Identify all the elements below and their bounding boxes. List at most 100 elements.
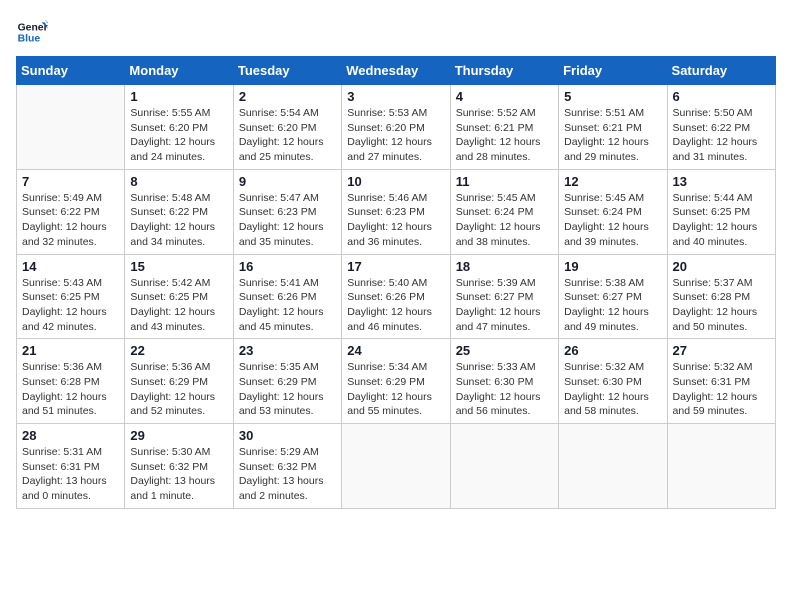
day-info: Sunrise: 5:36 AM Sunset: 6:29 PM Dayligh… bbox=[130, 360, 227, 419]
calendar-cell: 26 Sunrise: 5:32 AM Sunset: 6:30 PM Dayli… bbox=[559, 339, 667, 424]
day-info: Sunrise: 5:34 AM Sunset: 6:29 PM Dayligh… bbox=[347, 360, 444, 419]
day-info: Sunrise: 5:50 AM Sunset: 6:22 PM Dayligh… bbox=[673, 106, 770, 165]
calendar-cell: 24 Sunrise: 5:34 AM Sunset: 6:29 PM Dayli… bbox=[342, 339, 450, 424]
day-number: 18 bbox=[456, 259, 553, 274]
day-number: 29 bbox=[130, 428, 227, 443]
day-number: 6 bbox=[673, 89, 770, 104]
calendar-cell: 16 Sunrise: 5:41 AM Sunset: 6:26 PM Dayli… bbox=[233, 254, 341, 339]
day-number: 30 bbox=[239, 428, 336, 443]
day-info: Sunrise: 5:42 AM Sunset: 6:25 PM Dayligh… bbox=[130, 276, 227, 335]
day-info: Sunrise: 5:36 AM Sunset: 6:28 PM Dayligh… bbox=[22, 360, 119, 419]
day-number: 14 bbox=[22, 259, 119, 274]
calendar-cell: 21 Sunrise: 5:36 AM Sunset: 6:28 PM Dayli… bbox=[17, 339, 125, 424]
day-number: 16 bbox=[239, 259, 336, 274]
day-number: 15 bbox=[130, 259, 227, 274]
day-number: 7 bbox=[22, 174, 119, 189]
day-number: 11 bbox=[456, 174, 553, 189]
day-info: Sunrise: 5:35 AM Sunset: 6:29 PM Dayligh… bbox=[239, 360, 336, 419]
calendar-cell: 28 Sunrise: 5:31 AM Sunset: 6:31 PM Dayli… bbox=[17, 424, 125, 509]
calendar-cell: 15 Sunrise: 5:42 AM Sunset: 6:25 PM Dayli… bbox=[125, 254, 233, 339]
day-number: 23 bbox=[239, 343, 336, 358]
day-info: Sunrise: 5:31 AM Sunset: 6:31 PM Dayligh… bbox=[22, 445, 119, 504]
calendar-week-row: 14 Sunrise: 5:43 AM Sunset: 6:25 PM Dayli… bbox=[17, 254, 776, 339]
weekday-header: Sunday bbox=[17, 57, 125, 85]
day-info: Sunrise: 5:46 AM Sunset: 6:23 PM Dayligh… bbox=[347, 191, 444, 250]
weekday-header: Monday bbox=[125, 57, 233, 85]
day-info: Sunrise: 5:54 AM Sunset: 6:20 PM Dayligh… bbox=[239, 106, 336, 165]
day-number: 5 bbox=[564, 89, 661, 104]
calendar-cell: 5 Sunrise: 5:51 AM Sunset: 6:21 PM Daylig… bbox=[559, 85, 667, 170]
calendar-week-row: 1 Sunrise: 5:55 AM Sunset: 6:20 PM Daylig… bbox=[17, 85, 776, 170]
day-number: 25 bbox=[456, 343, 553, 358]
day-info: Sunrise: 5:45 AM Sunset: 6:24 PM Dayligh… bbox=[456, 191, 553, 250]
page-header: General Blue bbox=[16, 16, 776, 48]
day-info: Sunrise: 5:32 AM Sunset: 6:31 PM Dayligh… bbox=[673, 360, 770, 419]
day-number: 8 bbox=[130, 174, 227, 189]
day-number: 9 bbox=[239, 174, 336, 189]
day-number: 19 bbox=[564, 259, 661, 274]
day-info: Sunrise: 5:49 AM Sunset: 6:22 PM Dayligh… bbox=[22, 191, 119, 250]
day-number: 10 bbox=[347, 174, 444, 189]
day-info: Sunrise: 5:40 AM Sunset: 6:26 PM Dayligh… bbox=[347, 276, 444, 335]
day-number: 1 bbox=[130, 89, 227, 104]
calendar-cell: 20Sunrise: 5:37 AM Sunset: 6:28 PM Dayli… bbox=[667, 254, 775, 339]
day-number: 12 bbox=[564, 174, 661, 189]
day-info: Sunrise: 5:41 AM Sunset: 6:26 PM Dayligh… bbox=[239, 276, 336, 335]
calendar-cell: 17 Sunrise: 5:40 AM Sunset: 6:26 PM Dayli… bbox=[342, 254, 450, 339]
calendar-cell: 4 Sunrise: 5:52 AM Sunset: 6:21 PM Daylig… bbox=[450, 85, 558, 170]
calendar-cell: 22 Sunrise: 5:36 AM Sunset: 6:29 PM Dayli… bbox=[125, 339, 233, 424]
calendar-cell bbox=[17, 85, 125, 170]
weekday-header: Tuesday bbox=[233, 57, 341, 85]
day-info: Sunrise: 5:43 AM Sunset: 6:25 PM Dayligh… bbox=[22, 276, 119, 335]
weekday-header-row: SundayMondayTuesdayWednesdayThursdayFrid… bbox=[17, 57, 776, 85]
day-number: 20 bbox=[673, 259, 770, 274]
day-number: 21 bbox=[22, 343, 119, 358]
svg-text:Blue: Blue bbox=[18, 34, 41, 45]
day-number: 17 bbox=[347, 259, 444, 274]
calendar-cell: 13Sunrise: 5:44 AM Sunset: 6:25 PM Dayli… bbox=[667, 169, 775, 254]
day-info: Sunrise: 5:53 AM Sunset: 6:20 PM Dayligh… bbox=[347, 106, 444, 165]
day-number: 3 bbox=[347, 89, 444, 104]
calendar-cell: 25 Sunrise: 5:33 AM Sunset: 6:30 PM Dayli… bbox=[450, 339, 558, 424]
day-info: Sunrise: 5:47 AM Sunset: 6:23 PM Dayligh… bbox=[239, 191, 336, 250]
day-info: Sunrise: 5:29 AM Sunset: 6:32 PM Dayligh… bbox=[239, 445, 336, 504]
calendar-week-row: 7 Sunrise: 5:49 AM Sunset: 6:22 PM Daylig… bbox=[17, 169, 776, 254]
day-number: 26 bbox=[564, 343, 661, 358]
day-info: Sunrise: 5:33 AM Sunset: 6:30 PM Dayligh… bbox=[456, 360, 553, 419]
calendar-cell: 19Sunrise: 5:38 AM Sunset: 6:27 PM Dayli… bbox=[559, 254, 667, 339]
calendar-cell: 6 Sunrise: 5:50 AM Sunset: 6:22 PM Daylig… bbox=[667, 85, 775, 170]
logo-icon: General Blue bbox=[16, 16, 48, 48]
weekday-header: Saturday bbox=[667, 57, 775, 85]
calendar-cell: 8Sunrise: 5:48 AM Sunset: 6:22 PM Daylig… bbox=[125, 169, 233, 254]
weekday-header: Wednesday bbox=[342, 57, 450, 85]
day-number: 22 bbox=[130, 343, 227, 358]
day-info: Sunrise: 5:52 AM Sunset: 6:21 PM Dayligh… bbox=[456, 106, 553, 165]
calendar-cell: 1 Sunrise: 5:55 AM Sunset: 6:20 PM Daylig… bbox=[125, 85, 233, 170]
day-number: 4 bbox=[456, 89, 553, 104]
day-info: Sunrise: 5:30 AM Sunset: 6:32 PM Dayligh… bbox=[130, 445, 227, 504]
calendar-cell: 2Sunrise: 5:54 AM Sunset: 6:20 PM Daylig… bbox=[233, 85, 341, 170]
weekday-header: Thursday bbox=[450, 57, 558, 85]
day-number: 27 bbox=[673, 343, 770, 358]
calendar-cell: 30 Sunrise: 5:29 AM Sunset: 6:32 PM Dayli… bbox=[233, 424, 341, 509]
calendar-week-row: 28 Sunrise: 5:31 AM Sunset: 6:31 PM Dayli… bbox=[17, 424, 776, 509]
calendar-cell: 29 Sunrise: 5:30 AM Sunset: 6:32 PM Dayli… bbox=[125, 424, 233, 509]
calendar-cell: 18 Sunrise: 5:39 AM Sunset: 6:27 PM Dayli… bbox=[450, 254, 558, 339]
calendar-week-row: 21 Sunrise: 5:36 AM Sunset: 6:28 PM Dayli… bbox=[17, 339, 776, 424]
calendar-cell: 23 Sunrise: 5:35 AM Sunset: 6:29 PM Dayli… bbox=[233, 339, 341, 424]
calendar-cell bbox=[450, 424, 558, 509]
day-number: 24 bbox=[347, 343, 444, 358]
calendar-cell bbox=[667, 424, 775, 509]
day-info: Sunrise: 5:55 AM Sunset: 6:20 PM Dayligh… bbox=[130, 106, 227, 165]
day-info: Sunrise: 5:32 AM Sunset: 6:30 PM Dayligh… bbox=[564, 360, 661, 419]
day-info: Sunrise: 5:44 AM Sunset: 6:25 PM Dayligh… bbox=[673, 191, 770, 250]
calendar-cell: 12 Sunrise: 5:45 AM Sunset: 6:24 PM Dayli… bbox=[559, 169, 667, 254]
calendar-cell: 10 Sunrise: 5:46 AM Sunset: 6:23 PM Dayli… bbox=[342, 169, 450, 254]
day-info: Sunrise: 5:39 AM Sunset: 6:27 PM Dayligh… bbox=[456, 276, 553, 335]
day-info: Sunrise: 5:51 AM Sunset: 6:21 PM Dayligh… bbox=[564, 106, 661, 165]
calendar-cell: 11 Sunrise: 5:45 AM Sunset: 6:24 PM Dayli… bbox=[450, 169, 558, 254]
day-number: 28 bbox=[22, 428, 119, 443]
weekday-header: Friday bbox=[559, 57, 667, 85]
calendar-cell: 9 Sunrise: 5:47 AM Sunset: 6:23 PM Daylig… bbox=[233, 169, 341, 254]
day-info: Sunrise: 5:45 AM Sunset: 6:24 PM Dayligh… bbox=[564, 191, 661, 250]
